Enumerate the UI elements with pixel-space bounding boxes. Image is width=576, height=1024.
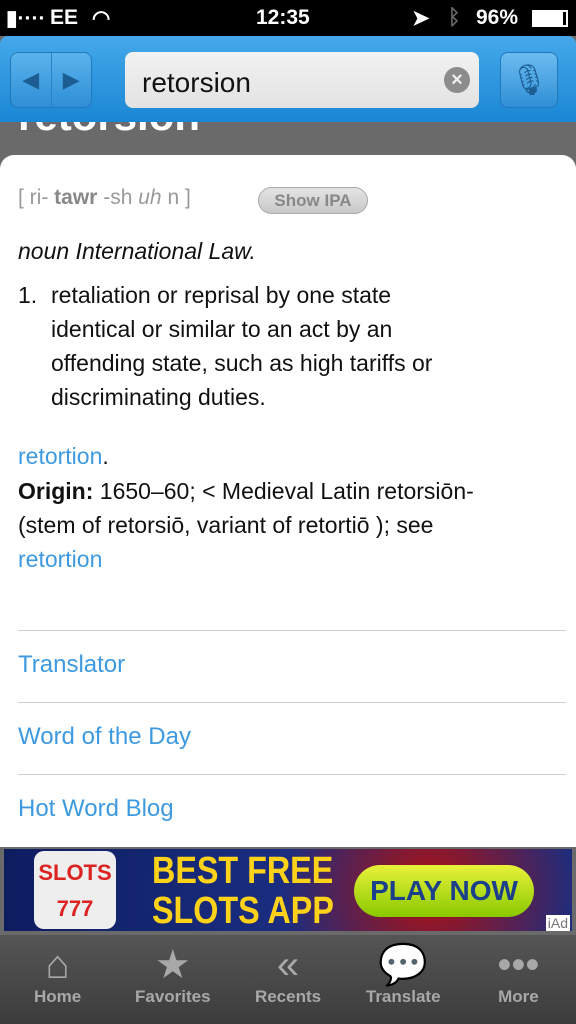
origin-line: (stem of retorsiō, variant of retortiō )… — [18, 512, 434, 538]
microphone-icon: 🎙 — [509, 64, 549, 97]
tab-home[interactable]: ⌂ Home — [0, 935, 115, 1024]
part-of-speech: noun International Law. — [18, 238, 256, 264]
show-ipa-button[interactable]: Show IPA — [258, 187, 368, 214]
see-link[interactable]: retortion — [18, 443, 102, 469]
tab-favorites[interactable]: ★ Favorites — [115, 935, 230, 1024]
iad-badge: iAd — [545, 915, 570, 931]
search-header: ◀ ▶ retorsion 🎙 — [0, 36, 576, 122]
tab-recents[interactable]: «Recents — [230, 935, 345, 1024]
divider — [18, 702, 566, 703]
forward-button[interactable]: ▶ — [52, 53, 92, 107]
reply-all-icon: « — [276, 943, 300, 987]
carrier: EE — [50, 6, 79, 29]
star-icon: ★ — [154, 943, 191, 987]
location-icon: ➤ — [412, 7, 430, 30]
clock: 12:35 — [256, 6, 310, 29]
pronunciation: [ ri- tawr -sh uh n ] — [18, 186, 191, 209]
ad-headline: BEST FREE SLOTS APP — [152, 850, 334, 931]
status-bar: ▮···· EE ◠ 12:35 ➤ ᛒ 96% — [0, 0, 576, 36]
definition-line: retaliation or reprisal by one state — [51, 282, 392, 308]
triangle-right-icon: ▶ — [62, 67, 80, 92]
link-word-of-the-day[interactable]: Word of the Day — [18, 723, 191, 751]
definition-line: discriminating duties. — [51, 384, 266, 410]
tab-translate[interactable]: 💬 Translate — [346, 935, 461, 1024]
ad-logo: SLOTS 777 — [34, 851, 116, 929]
ellipsis-icon: ••• — [497, 943, 540, 987]
bluetooth-icon: ᛒ — [448, 6, 461, 29]
origin-link[interactable]: retortion — [18, 546, 102, 573]
search-input[interactable]: retorsion — [125, 52, 479, 108]
back-button[interactable]: ◀ — [11, 53, 52, 107]
wifi-icon: ◠ — [92, 7, 111, 30]
definition-number: 1. — [18, 282, 38, 308]
battery-level: 96% — [476, 6, 519, 29]
link-hot-word-blog[interactable]: Hot Word Blog — [18, 795, 174, 823]
link-translator[interactable]: Translator — [18, 651, 125, 679]
home-icon: ⌂ — [45, 943, 70, 987]
origin-line: Origin: 1650–60; < Medieval Latin retors… — [18, 478, 474, 504]
divider — [18, 630, 566, 631]
divider — [18, 774, 566, 775]
speech-bubbles-icon: 💬 — [378, 943, 429, 987]
ad-banner[interactable]: SLOTS 777 BEST FREE SLOTS APP PLAY NOW iA… — [4, 849, 572, 931]
signal-icon: ▮···· — [6, 7, 46, 30]
battery-icon — [532, 10, 568, 27]
voice-search-button[interactable]: 🎙 — [500, 52, 558, 108]
definition-line: offending state, such as high tariffs or — [51, 350, 433, 376]
tab-bar: ⌂ Home ★ Favorites «Recents 💬 Translate •••… — [0, 935, 576, 1024]
clear-search-button[interactable]: × — [444, 67, 470, 93]
definition-line: identical or similar to an act by an — [51, 316, 393, 342]
ad-play-now: PLAY NOW — [354, 865, 534, 917]
history-nav: ◀ ▶ — [10, 52, 92, 108]
tab-more[interactable]: ••• More — [461, 935, 576, 1024]
triangle-left-icon: ◀ — [22, 67, 40, 92]
